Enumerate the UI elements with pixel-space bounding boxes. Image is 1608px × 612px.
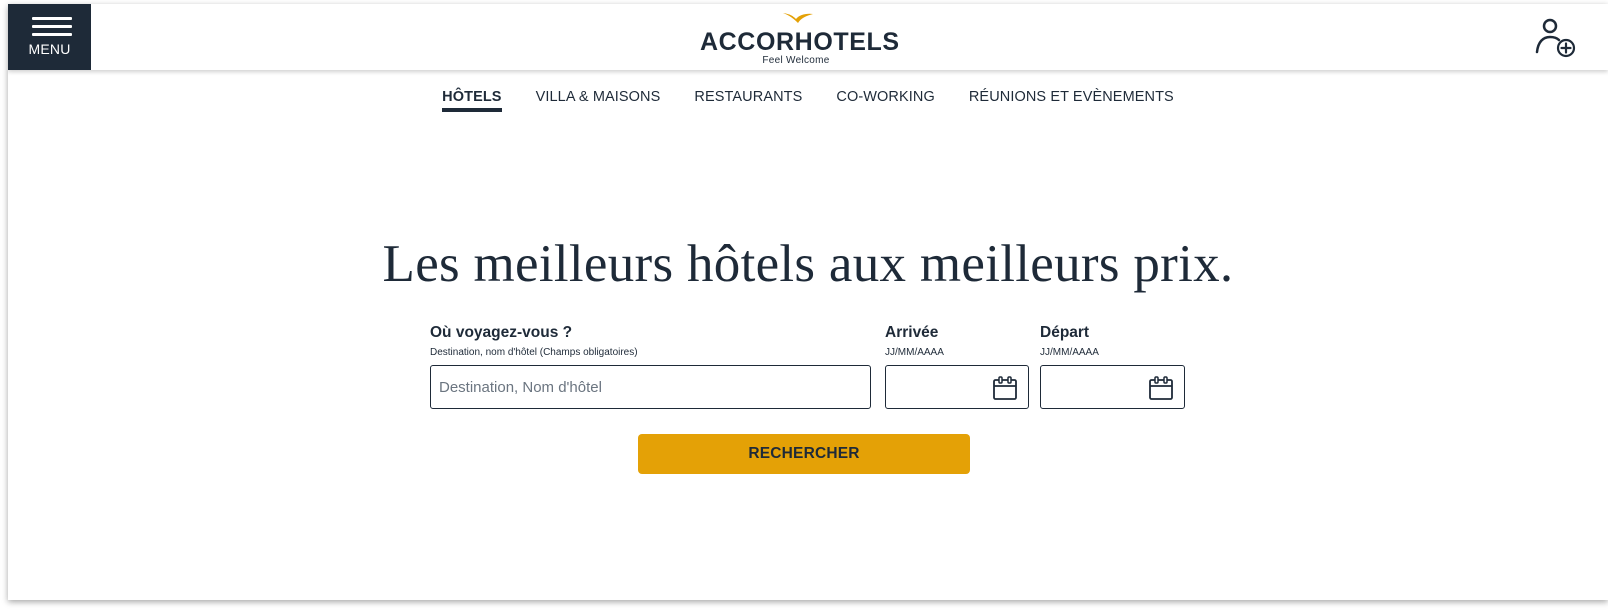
calendar-icon[interactable]: [992, 375, 1018, 401]
hamburger-icon: [32, 17, 72, 37]
add-user-icon: [1535, 18, 1576, 58]
brand-tagline: Feel Welcome: [762, 55, 830, 66]
tab-restaurants[interactable]: RESTAURANTS: [694, 88, 802, 118]
menu-label: MENU: [28, 41, 71, 57]
tab-meetings-events[interactable]: RÉUNIONS ET EVÈNEMENTS: [969, 88, 1174, 118]
departure-hint: JJ/MM/AAAA: [1040, 347, 1099, 358]
destination-hint: Destination, nom d'hôtel (Champs obligat…: [430, 347, 638, 358]
departure-date-field[interactable]: [1040, 365, 1185, 409]
destination-label: Où voyagez-vous ?: [430, 324, 573, 341]
account-button[interactable]: [1534, 14, 1580, 60]
bird-logo-icon: [783, 13, 813, 23]
brand-logo[interactable]: ACCORHOTELS Feel Welcome: [700, 10, 900, 68]
calendar-icon[interactable]: [1148, 375, 1174, 401]
category-tabs: HÔTELS VILLA & MAISONS RESTAURANTS CO-WO…: [8, 88, 1608, 118]
departure-label: Départ: [1040, 324, 1090, 341]
search-button[interactable]: RECHERCHER: [638, 434, 970, 474]
menu-button[interactable]: MENU: [8, 4, 91, 70]
tab-hotels[interactable]: HÔTELS: [442, 88, 503, 118]
hero-title: Les meilleurs hôtels aux meilleurs prix.: [382, 235, 1234, 293]
tab-villas[interactable]: VILLA & MAISONS: [536, 88, 661, 118]
brand-name: ACCORHOTELS: [700, 28, 900, 56]
arrival-label: Arrivée: [885, 324, 939, 341]
tab-coworking[interactable]: CO-WORKING: [836, 88, 934, 118]
page-frame: MENU ACCORHOTELS Feel Welcome HÔTELS VIL…: [8, 4, 1608, 600]
arrival-date-field[interactable]: [885, 365, 1029, 409]
destination-input[interactable]: [430, 365, 871, 409]
site-header: MENU ACCORHOTELS Feel Welcome: [8, 4, 1608, 70]
arrival-hint: JJ/MM/AAAA: [885, 347, 944, 358]
